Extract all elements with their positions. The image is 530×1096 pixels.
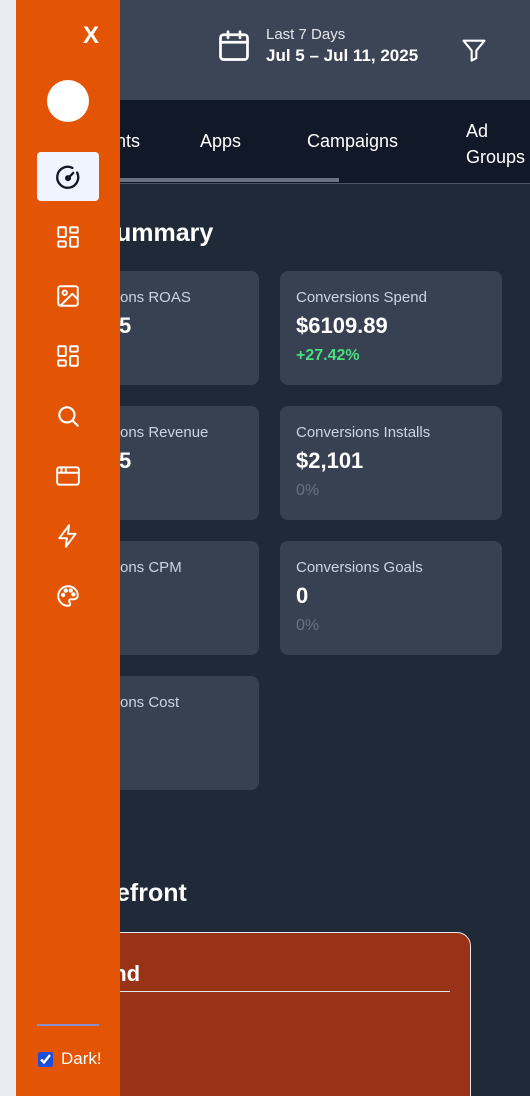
metric-value: 5 — [119, 448, 132, 473]
tab-ad-groups-line1: Ad — [466, 121, 489, 141]
date-range-label: Last 7 Days — [266, 26, 346, 43]
avatar[interactable] — [47, 80, 89, 122]
close-sidebar-button[interactable]: X — [80, 22, 102, 50]
dark-mode-toggle[interactable]: Dark! — [38, 1049, 102, 1069]
search-icon — [55, 403, 81, 429]
filter-icon[interactable] — [460, 36, 488, 69]
metric-label: Conversions Spend — [296, 289, 427, 306]
gauge-icon — [54, 163, 82, 191]
nav-media[interactable] — [37, 271, 99, 320]
tab-apps[interactable]: Apps — [200, 131, 241, 152]
nav-dashboard-gauge[interactable] — [37, 152, 99, 201]
nav-dashboard[interactable] — [37, 212, 99, 261]
map-shape-icon — [211, 1078, 351, 1096]
browser-window-icon — [54, 463, 82, 489]
nav-browser[interactable] — [37, 451, 99, 500]
metric-value: $6109.89 — [296, 313, 388, 338]
sidebar: X Dark! — [16, 0, 120, 1096]
date-range-value: Jul 5 – Jul 11, 2025 — [266, 46, 419, 65]
layout-grid-icon — [55, 343, 81, 369]
nav-automation[interactable] — [37, 511, 99, 560]
metric-value: $2,101 — [296, 448, 364, 473]
sidebar-divider — [37, 1024, 99, 1026]
summary-title: ummary — [116, 219, 214, 247]
metric-change: 0% — [296, 482, 320, 499]
dark-mode-label: Dark! — [61, 1049, 102, 1068]
nav-layout[interactable] — [37, 331, 99, 380]
metric-label: ons Revenue — [120, 424, 209, 441]
tab-ad-groups-line2: Groups — [466, 147, 526, 167]
metric-change: 0% — [296, 617, 320, 634]
metric-label: ons ROAS — [120, 289, 191, 306]
lightning-icon — [55, 523, 81, 549]
dashboard-grid-icon — [55, 224, 81, 250]
spend-card-divider — [101, 991, 450, 992]
metric-change: +27.42% — [296, 347, 360, 364]
nav-search[interactable] — [37, 391, 99, 440]
nav-theme[interactable] — [37, 571, 99, 620]
metric-value: 5 — [119, 313, 132, 338]
date-range-picker[interactable]: Last 7 Days Jul 5 – Jul 11, 2025 — [216, 26, 418, 66]
metric-label: ons CPM — [120, 559, 182, 576]
tab-campaigns[interactable]: Campaigns — [307, 131, 398, 152]
image-icon — [55, 283, 81, 309]
metric-label: Conversions Goals — [296, 559, 423, 576]
storefront-title: efront — [116, 879, 187, 907]
metric-card-installs: Conversions Installs $2,101 0% — [280, 406, 502, 520]
metric-value: 0 — [296, 583, 309, 608]
metric-card-goals: Conversions Goals 0 0% — [280, 541, 502, 655]
dark-mode-checkbox[interactable] — [38, 1051, 53, 1067]
metric-card-spend: Conversions Spend $6109.89 +27.42% — [280, 271, 502, 385]
metric-label: ons Cost — [120, 694, 180, 711]
metric-label: Conversions Installs — [296, 424, 431, 441]
calendar-icon — [216, 28, 252, 64]
tab-ad-groups[interactable]: Ad Groups — [466, 118, 525, 170]
palette-icon — [55, 583, 81, 609]
